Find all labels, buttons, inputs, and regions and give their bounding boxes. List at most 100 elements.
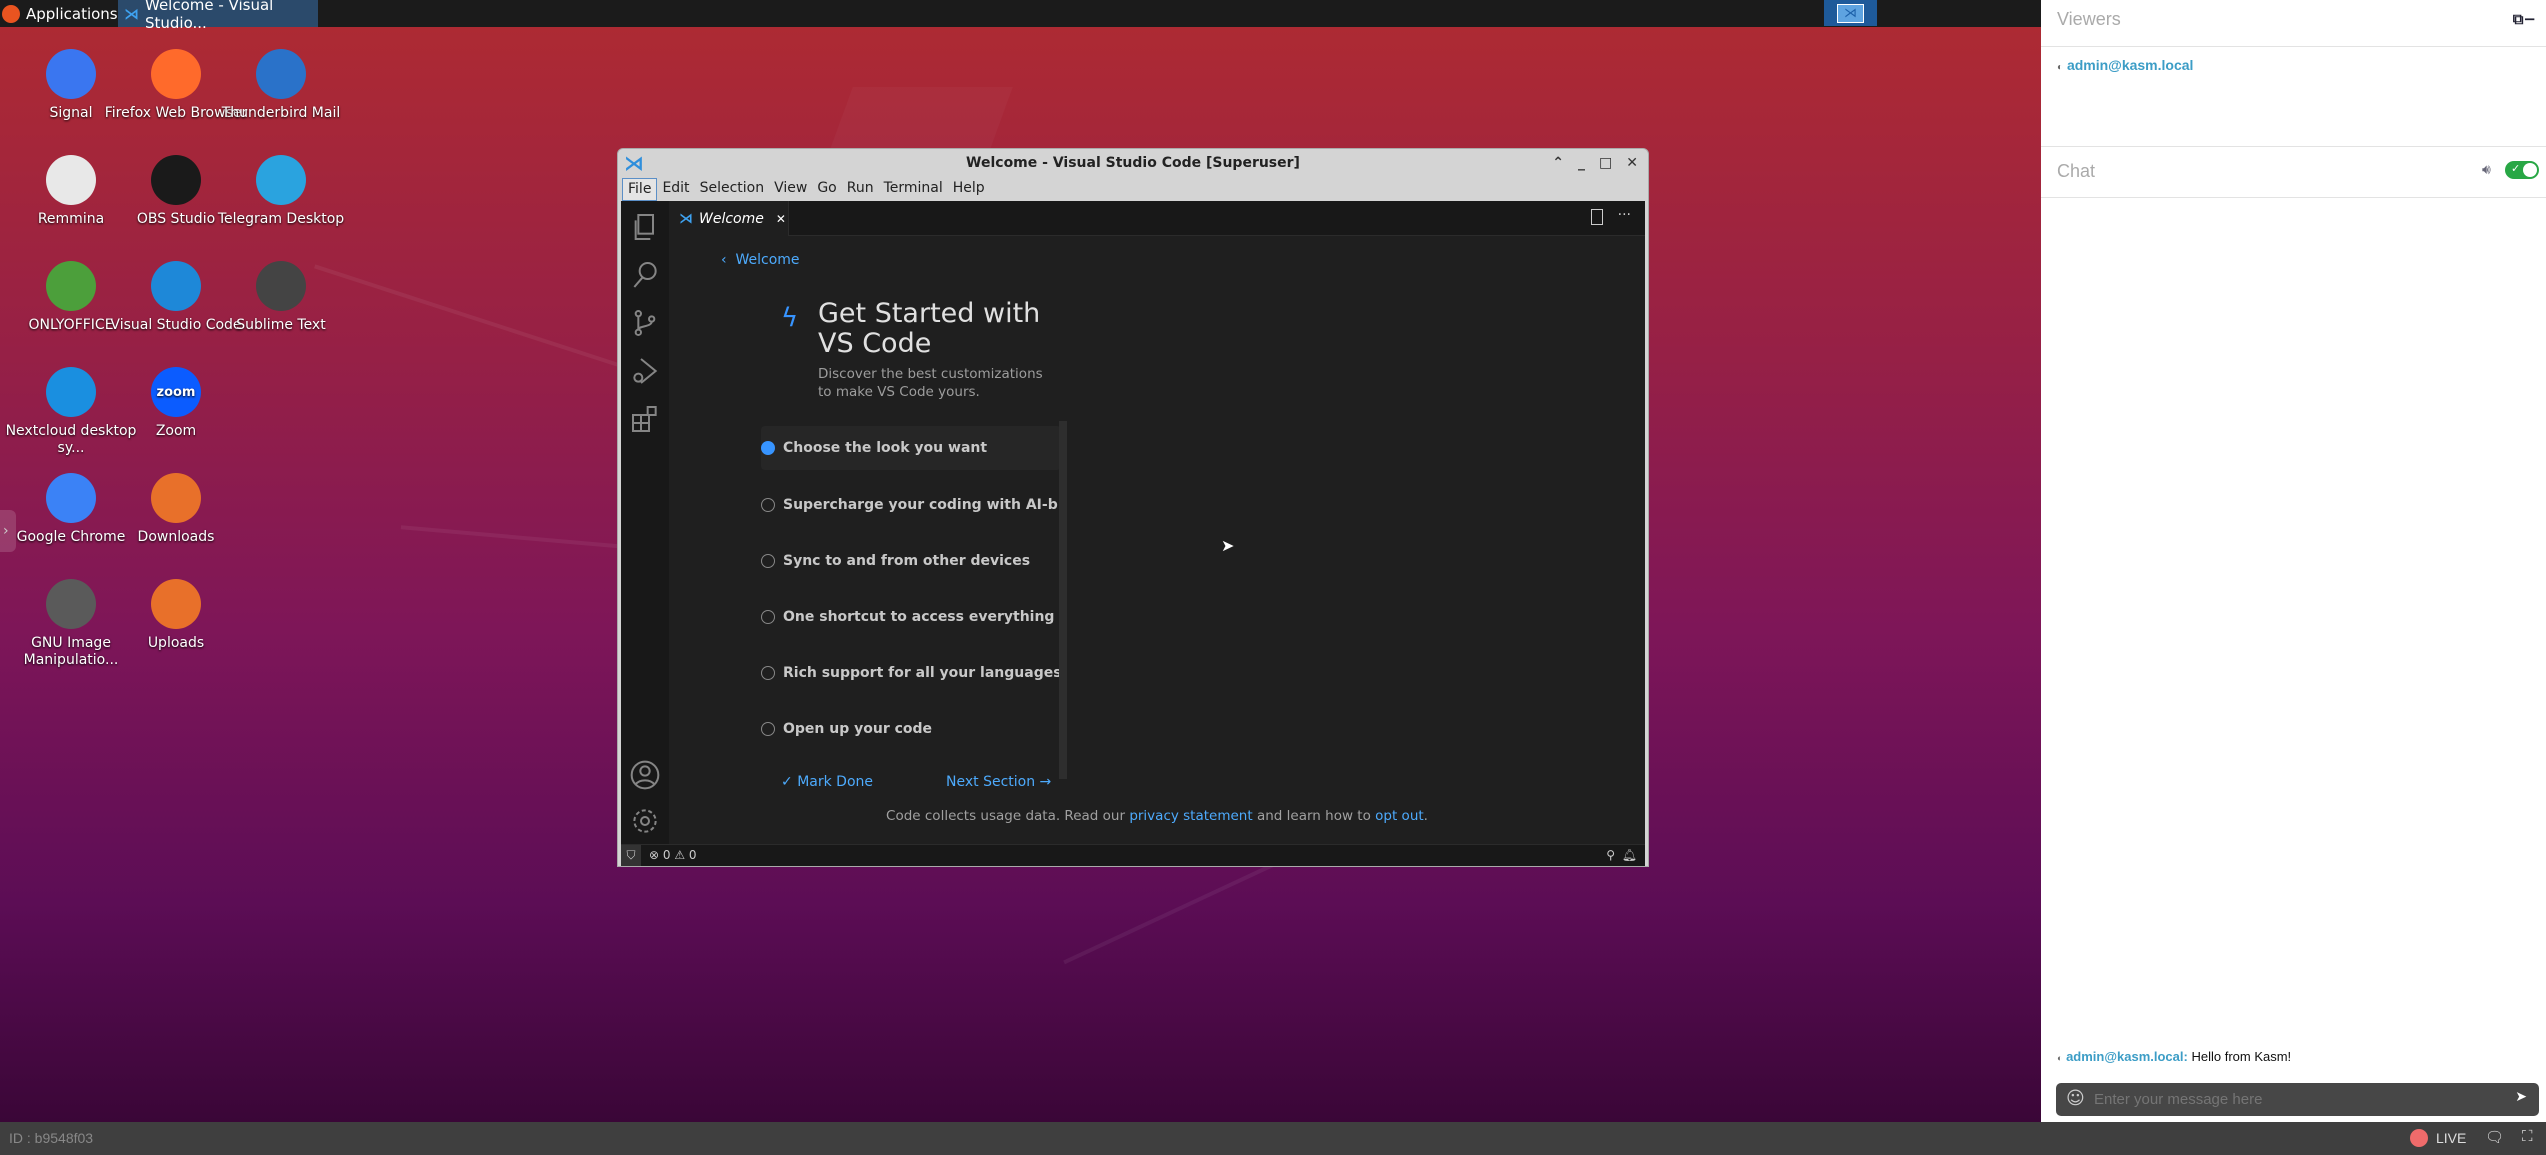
accounts-status-icon[interactable]: ⚲ [1606, 848, 1615, 862]
send-icon[interactable]: ➤ [2515, 1089, 2527, 1105]
status-bar: ⛉ ⊗ 0 ⚠ 0 ⚲ 🔔︎ [621, 844, 1645, 866]
problems-indicator[interactable]: ⊗ 0 ⚠ 0 [649, 848, 697, 862]
explorer-icon[interactable] [629, 211, 661, 243]
chat-sound-toggle[interactable]: ✓ [2505, 161, 2539, 179]
circle-icon [761, 610, 775, 624]
mark-done-button[interactable]: ✓ Mark Done [781, 774, 873, 790]
extensions-icon[interactable] [629, 403, 661, 435]
app-icon [256, 155, 306, 205]
desktop-icon-label: Downloads [137, 529, 215, 545]
step-item[interactable]: Sync to and from other devices [761, 539, 1061, 583]
run-debug-icon[interactable] [629, 355, 661, 387]
app-icon [151, 579, 201, 629]
step-label: Open up your code [783, 721, 933, 737]
menu-view[interactable]: View [769, 178, 812, 201]
steps-scrollbar[interactable] [1059, 421, 1067, 779]
source-control-icon[interactable] [629, 307, 661, 339]
app-icon [46, 473, 96, 523]
opt-out-link[interactable]: opt out [1375, 808, 1424, 824]
telemetry-notice: Code collects usage data. Read our priva… [886, 808, 1428, 824]
settings-gear-icon[interactable] [629, 805, 661, 837]
privacy-statement-link[interactable]: privacy statement [1129, 808, 1252, 824]
viewers-title: Viewers [2057, 9, 2121, 29]
circle-icon [761, 498, 775, 512]
speaker-icon: 🔊︎ [2482, 162, 2491, 178]
tab-close-icon[interactable]: ✕ [776, 212, 786, 226]
desktop-icon[interactable]: Sublime Text [206, 261, 356, 334]
kasm-bottom-bar: ID : b9548f03 LIVE 🗨︎ ⛶ [0, 1122, 2546, 1155]
breadcrumb-welcome[interactable]: ‹ Welcome [721, 252, 800, 268]
workspace-switcher[interactable]: ⋊ [1824, 0, 1877, 26]
step-item[interactable]: Open up your code [761, 707, 1061, 751]
search-icon[interactable] [629, 259, 661, 291]
step-label: Supercharge your coding with AI-b... [783, 497, 1061, 513]
vscode-window: ⋊ Welcome - Visual Studio Code [Superuse… [617, 148, 1649, 867]
accounts-icon[interactable] [629, 759, 661, 791]
menu-edit[interactable]: Edit [657, 178, 694, 201]
checked-circle-icon [761, 441, 775, 455]
chat-message: ◐ admin@kasm.local: Hello from Kasm! [2057, 1049, 2292, 1064]
close-icon[interactable]: ✕ [1626, 149, 1638, 178]
app-icon [151, 49, 201, 99]
step-item[interactable]: Choose the look you want [761, 426, 1061, 470]
menu-go[interactable]: Go [812, 178, 841, 201]
vscode-logo-icon: ⋊ [624, 151, 644, 175]
taskbar-item-vscode[interactable]: ⋊ Welcome - Visual Studio... [118, 0, 318, 32]
chat-message-input[interactable] [2094, 1088, 2494, 1111]
split-editor-icon[interactable] [1591, 209, 1603, 225]
more-actions-icon[interactable]: ··· [1618, 207, 1631, 223]
title-bar[interactable]: ⋊ Welcome - Visual Studio Code [Superuse… [618, 149, 1648, 178]
circle-icon [761, 666, 775, 680]
step-item[interactable]: Supercharge your coding with AI-b... [761, 483, 1061, 527]
desktop-icon-label: Uploads [147, 635, 205, 651]
chat-toggle-icon[interactable]: 🗨︎ [2485, 1128, 2504, 1146]
circle-icon [761, 554, 775, 568]
app-icon [256, 261, 306, 311]
app-icon [151, 261, 201, 311]
app-icon: zoom [151, 367, 201, 417]
page-description: Discover the best customizations to make… [818, 366, 1043, 400]
applications-menu[interactable]: Applications [2, 0, 118, 27]
next-section-button[interactable]: Next Section → [946, 774, 1051, 790]
minimize-icon[interactable]: _ [1578, 149, 1585, 178]
step-item[interactable]: One shortcut to access everything [761, 595, 1061, 639]
notifications-bell-icon[interactable]: 🔔︎ [1622, 848, 1637, 862]
fullscreen-icon[interactable]: ⛶ [2522, 1127, 2533, 1145]
app-icon [151, 473, 201, 523]
shield-icon[interactable]: ⛉ [621, 845, 641, 866]
kasm-side-panel: Viewers ⧉− ◐ admin@kasm.local Chat 🔊︎ ✓ … [2041, 0, 2546, 1122]
shade-icon[interactable]: ⌃ [1552, 149, 1564, 178]
menu-help[interactable]: Help [948, 178, 990, 201]
app-icon [46, 579, 96, 629]
app-icon [151, 155, 201, 205]
chat-input-box: ☺ ➤ [2056, 1083, 2539, 1116]
desktop-icon[interactable]: Telegram Desktop [206, 155, 356, 228]
app-icon [256, 49, 306, 99]
desktop-icon[interactable]: Uploads [101, 579, 251, 652]
menu-selection[interactable]: Selection [695, 178, 770, 201]
desktop-icon-label: Telegram Desktop [217, 211, 345, 227]
tab-bar: ⋊ Welcome ✕ ··· [669, 201, 1645, 236]
vscode-icon: ⋊ [1837, 3, 1864, 23]
app-icon [46, 367, 96, 417]
desktop-icon[interactable]: Thunderbird Mail [206, 49, 356, 122]
app-icon [46, 155, 96, 205]
lightning-icon: ϟ [781, 303, 799, 333]
emoji-icon[interactable]: ☺ [2066, 1088, 2085, 1109]
editor-area: ⋊ Welcome ✕ ··· ‹ Welcome ϟ Get Started … [621, 201, 1645, 844]
panel-window-controls[interactable]: ⧉− [2513, 10, 2536, 28]
vscode-icon: ⋊ [679, 210, 693, 227]
maximize-icon[interactable]: □ [1599, 149, 1612, 178]
step-item[interactable]: Rich support for all your languages [761, 651, 1061, 695]
desktop-icon[interactable]: zoom Zoom [101, 367, 251, 440]
step-label: Sync to and from other devices [783, 553, 1031, 569]
desktop-icon-label: Thunderbird Mail [221, 105, 341, 121]
tab-welcome[interactable]: ⋊ Welcome ✕ [669, 201, 789, 236]
menu-file[interactable]: File [622, 178, 658, 201]
chat-title: Chat [2057, 161, 2096, 181]
menu-terminal[interactable]: Terminal [879, 178, 948, 201]
app-icon [46, 49, 96, 99]
desktop-icon[interactable]: Downloads [101, 473, 251, 546]
menu-bar: File Edit Selection View Go Run Terminal… [622, 178, 990, 201]
menu-run[interactable]: Run [842, 178, 879, 201]
